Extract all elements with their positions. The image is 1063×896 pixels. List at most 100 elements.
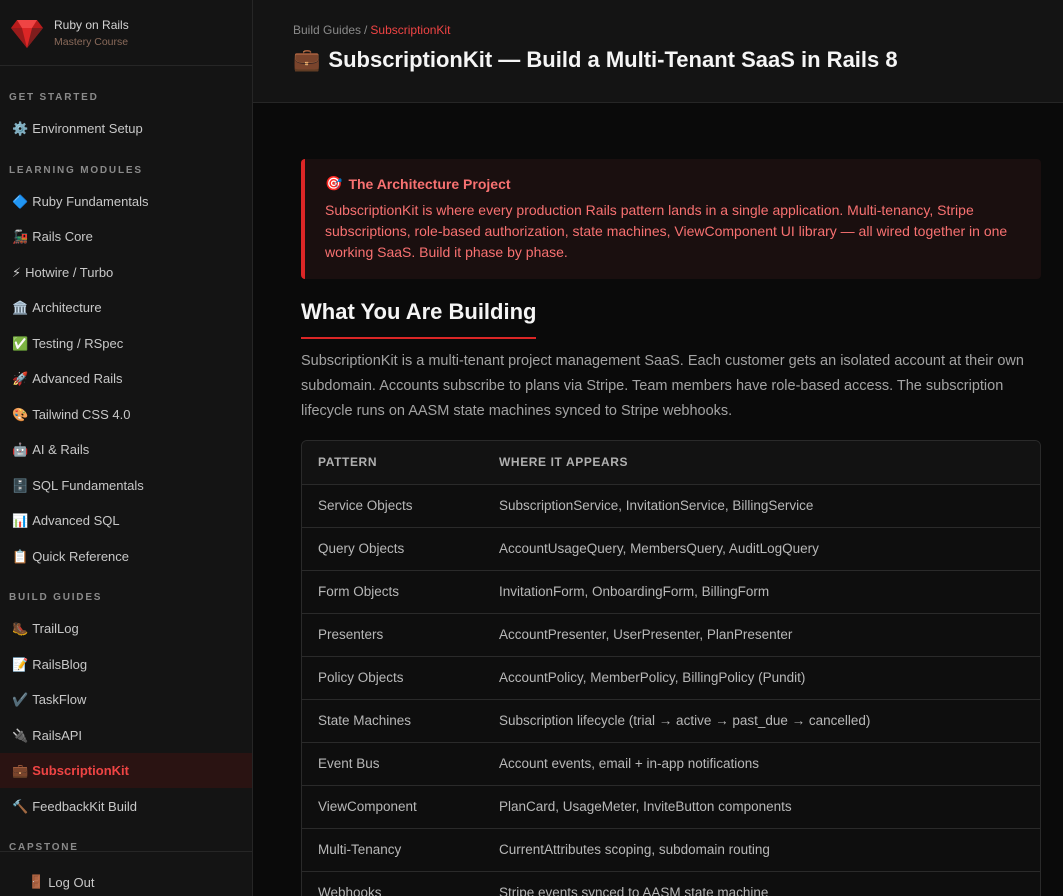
sidebar-footer: 🚪 Log Out	[0, 851, 252, 896]
sidebar-item-tailwind-css[interactable]: 🎨 Tailwind CSS 4.0	[0, 397, 252, 432]
sidebar-item-label: Quick Reference	[32, 549, 130, 564]
pattern-cell: Event Bus	[302, 742, 483, 786]
table-row: State Machines Subscription lifecycle (tr…	[302, 699, 1040, 743]
sidebar-item-label: AI & Rails	[32, 442, 90, 457]
table-row: Presenters AccountPresenter, UserPresente…	[302, 613, 1040, 657]
section-label-build-guides: BUILD GUIDES	[9, 592, 103, 603]
building-icon: 🏛️	[12, 299, 29, 315]
patterns-table: PATTERN WHERE IT APPEARS Service Objects…	[301, 440, 1041, 896]
table-row: Event Bus Account events, email + in-app …	[302, 742, 1040, 786]
table-row: Webhooks Stripe events synced to AASM sta…	[302, 871, 1040, 896]
breadcrumb-separator: /	[364, 23, 368, 37]
sidebar-item-railsblog[interactable]: 📝 RailsBlog	[0, 647, 252, 682]
breadcrumb-parent-link[interactable]: Build Guides	[293, 23, 361, 37]
sidebar-item-label: Architecture	[32, 300, 102, 315]
sidebar-item-label: Testing / RSpec	[32, 336, 124, 351]
sidebar-item-label: Rails Core	[32, 229, 93, 244]
sidebar-item-label: Advanced Rails	[32, 371, 123, 386]
sidebar-item-label: FeedbackKit Build	[32, 799, 137, 814]
sidebar-item-subscriptionkit[interactable]: 💼 SubscriptionKit	[0, 753, 252, 788]
sidebar-item-testing-rspec[interactable]: ✅ Testing / RSpec	[0, 326, 252, 361]
brand-subtitle: Mastery Course	[54, 35, 129, 48]
sidebar-item-hotwire-turbo[interactable]: ⚡ Hotwire / Turbo	[0, 255, 252, 290]
sidebar-item-rails-core[interactable]: 🚂 Rails Core	[0, 219, 252, 254]
sidebar-item-advanced-sql[interactable]: 📊 Advanced SQL	[0, 503, 252, 538]
ruby-gem-icon	[10, 16, 44, 50]
diamond-icon: 🔷	[12, 193, 29, 209]
sidebar-item-quick-reference[interactable]: 📋 Quick Reference	[0, 539, 252, 574]
page-title: 💼 SubscriptionKit — Build a Multi-Tenant…	[293, 47, 898, 73]
pattern-cell: Form Objects	[302, 570, 483, 614]
sidebar-item-sql-fundamentals[interactable]: 🗄️ SQL Fundamentals	[0, 468, 252, 503]
where-cell: AccountPresenter, UserPresenter, PlanPre…	[483, 613, 1040, 657]
sidebar-item-label: Advanced SQL	[32, 513, 120, 528]
sidebar-item-feedbackkit-build[interactable]: 🔨 FeedbackKit Build	[0, 789, 252, 824]
pattern-cell: Policy Objects	[302, 656, 483, 700]
cabinet-icon: 🗄️	[12, 477, 29, 493]
briefcase-icon: 💼	[12, 762, 29, 778]
sidebar-item-ruby-fundamentals[interactable]: 🔷 Ruby Fundamentals	[0, 184, 252, 219]
clipboard-icon: 📋	[12, 548, 29, 564]
sidebar-item-architecture[interactable]: 🏛️ Architecture	[0, 290, 252, 325]
column-header-where: WHERE IT APPEARS	[483, 441, 1040, 485]
bar-chart-icon: 📊	[12, 512, 29, 528]
where-cell: Subscription lifecycle (trial → active →…	[483, 699, 1040, 743]
where-cell: Account events, email + in-app notificat…	[483, 742, 1040, 786]
plug-icon: 🔌	[12, 727, 29, 743]
sidebar-item-label: Tailwind CSS 4.0	[32, 407, 131, 422]
sidebar-item-advanced-rails[interactable]: 🚀 Advanced Rails	[0, 361, 252, 396]
callout-title-text: The Architecture Project	[348, 175, 511, 192]
robot-icon: 🤖	[12, 441, 29, 457]
boot-icon: 🥾	[12, 620, 29, 636]
table-row: Policy Objects AccountPolicy, MemberPolic…	[302, 656, 1040, 700]
checkmark-icon: ✔️	[12, 691, 29, 707]
pattern-cell: Presenters	[302, 613, 483, 657]
table-row: Service Objects SubscriptionService, Invi…	[302, 484, 1040, 528]
pattern-cell: ViewComponent	[302, 785, 483, 829]
brand-title: Ruby on Rails	[54, 17, 129, 32]
sidebar-item-traillog[interactable]: 🥾 TrailLog	[0, 611, 252, 646]
sidebar-item-label: Environment Setup	[32, 121, 143, 136]
rocket-icon: 🚀	[12, 370, 29, 386]
door-icon: 🚪	[28, 874, 45, 889]
brand[interactable]: Ruby on Rails Mastery Course	[0, 0, 252, 66]
sidebar: Ruby on Rails Mastery Course GET STARTED…	[0, 0, 253, 896]
sidebar-item-label: RailsAPI	[32, 728, 83, 743]
page-title-text: SubscriptionKit — Build a Multi-Tenant S…	[328, 47, 898, 72]
sidebar-item-taskflow[interactable]: ✔️ TaskFlow	[0, 682, 252, 717]
sidebar-item-railsapi[interactable]: 🔌 RailsAPI	[0, 718, 252, 753]
column-header-pattern: PATTERN	[302, 441, 483, 485]
sidebar-item-ai-rails[interactable]: 🤖 AI & Rails	[0, 432, 252, 467]
sidebar-item-label: TrailLog	[32, 621, 79, 636]
where-cell: AccountPolicy, MemberPolicy, BillingPoli…	[483, 656, 1040, 700]
pattern-cell: Multi-Tenancy	[302, 828, 483, 872]
sidebar-item-label: Ruby Fundamentals	[32, 194, 149, 209]
sidebar-item-label: SQL Fundamentals	[32, 478, 144, 493]
where-cell: AccountUsageQuery, MembersQuery, AuditLo…	[483, 527, 1040, 571]
logout-button[interactable]: 🚪 Log Out	[28, 874, 94, 890]
briefcase-icon: 💼	[293, 47, 321, 72]
memo-icon: 📝	[12, 656, 29, 672]
check-icon: ✅	[12, 335, 29, 351]
section-intro: SubscriptionKit is a multi-tenant projec…	[301, 353, 1024, 419]
sidebar-item-label: RailsBlog	[32, 657, 88, 672]
section-label-get-started: GET STARTED	[9, 92, 99, 103]
page-header: Build Guides / SubscriptionKit 💼 Subscript…	[253, 0, 1063, 103]
main-content: 🎯 The Architecture Project SubscriptionK…	[253, 103, 1063, 896]
sidebar-item-label: SubscriptionKit	[32, 763, 129, 778]
target-icon: 🎯	[325, 175, 343, 191]
where-cell: SubscriptionService, InvitationService, …	[483, 484, 1040, 528]
table-header-row: PATTERN WHERE IT APPEARS	[302, 441, 1040, 485]
sidebar-item-label: Hotwire / Turbo	[25, 265, 114, 280]
sidebar-item-environment-setup[interactable]: ⚙️ Environment Setup	[0, 111, 252, 146]
breadcrumb: Build Guides / SubscriptionKit	[293, 23, 450, 37]
table-row: Form Objects InvitationForm, OnboardingFo…	[302, 570, 1040, 614]
pattern-cell: State Machines	[302, 699, 483, 743]
logout-label: Log Out	[48, 874, 95, 890]
where-cell: PlanCard, UsageMeter, InviteButton compo…	[483, 785, 1040, 829]
pattern-cell: Webhooks	[302, 871, 483, 896]
palette-icon: 🎨	[12, 406, 29, 422]
callout-body: SubscriptionKit is where every productio…	[325, 202, 1008, 260]
breadcrumb-current: SubscriptionKit	[370, 23, 451, 37]
table-row: Multi-Tenancy CurrentAttributes scoping, …	[302, 828, 1040, 872]
